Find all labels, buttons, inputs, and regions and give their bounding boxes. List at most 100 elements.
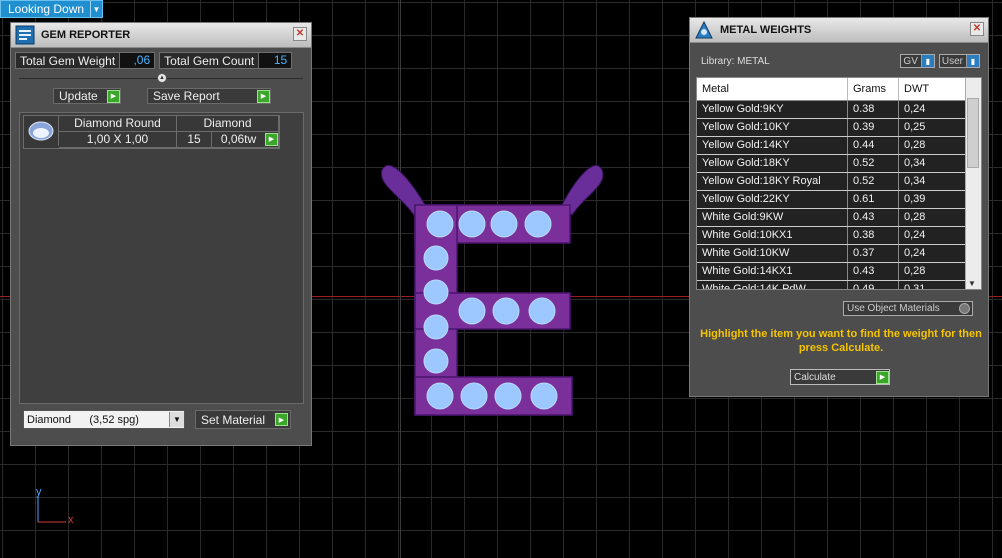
grams-cell: 0.49 — [848, 281, 899, 289]
play-icon[interactable]: ▶ — [107, 89, 120, 103]
metal-cell: Yellow Gold:14KY — [697, 137, 848, 154]
use-object-materials-toggle[interactable]: Use Object Materials — [843, 301, 973, 316]
view-label: Looking Down — [8, 2, 85, 16]
table-row[interactable]: Yellow Gold:10KY 0.39 0,25 — [697, 119, 981, 137]
report-icon — [15, 25, 35, 45]
grams-cell: 0.61 — [848, 191, 899, 208]
gem-count: 15 — [177, 132, 212, 147]
play-icon[interactable]: ▶ — [876, 370, 889, 384]
metal-cell: White Gold:10KX1 — [697, 227, 848, 244]
dwt-cell: 0,28 — [899, 263, 971, 280]
gem-reporter-panel: GEM REPORTER ✕ Total Gem Weight ,06 Tota… — [10, 22, 312, 446]
grams-cell: 0.38 — [848, 101, 899, 118]
scroll-down-icon[interactable]: ▼ — [968, 279, 976, 288]
table-row[interactable]: Yellow Gold:18KY 0.52 0,34 — [697, 155, 981, 173]
gem-row-cells: Diamond Round Diamond 1,00 X 1,00 15 0,0… — [59, 116, 279, 148]
toggle-icon[interactable]: ▮ — [920, 55, 934, 67]
update-label: Update — [59, 89, 98, 103]
dwt-cell: 0,34 — [899, 155, 971, 172]
grams-cell: 0.37 — [848, 245, 899, 262]
total-gem-count-value: 15 — [258, 53, 292, 68]
table-row[interactable]: Yellow Gold:14KY 0.44 0,28 — [697, 137, 981, 155]
metal-cell: White Gold:9KW — [697, 209, 848, 226]
dwt-cell: 0,34 — [899, 173, 971, 190]
axis-y-label: y — [36, 486, 42, 498]
library-label: Library: METAL — [701, 56, 770, 67]
play-icon[interactable]: ▶ — [275, 413, 288, 426]
column-header-metal[interactable]: Metal — [697, 78, 848, 100]
table-row[interactable]: Yellow Gold:18KY Royal 0.52 0,34 — [697, 173, 981, 191]
metal-cell: Yellow Gold:10KY — [697, 119, 848, 136]
grams-cell: 0.43 — [848, 263, 899, 280]
use-object-materials-label: Use Object Materials — [847, 303, 940, 314]
table-row[interactable]: White Gold:10KW 0.37 0,24 — [697, 245, 981, 263]
metal-cell: Yellow Gold:18KY — [697, 155, 848, 172]
metal-cell: White Gold:14KX1 — [697, 263, 848, 280]
collapse-handle[interactable]: ▲ — [157, 73, 167, 83]
metal-table[interactable]: Metal Grams DWT Yellow Gold:9KY 0.38 0,24 Y… — [696, 77, 982, 290]
table-row[interactable]: White Gold:14KX1 0.43 0,28 — [697, 263, 981, 281]
chevron-down-icon[interactable]: ▼ — [169, 412, 184, 427]
gem-list[interactable]: Diamond Round Diamond 1,00 X 1,00 15 0,0… — [19, 112, 304, 404]
total-gem-count-label: Total Gem Count — [164, 53, 255, 68]
gv-toggle-label: GV — [903, 55, 918, 67]
gem-name: Diamond Round — [59, 116, 177, 132]
save-report-label: Save Report — [153, 89, 220, 103]
total-gem-weight-box: Total Gem Weight ,06 — [15, 52, 156, 69]
play-icon[interactable]: ▶ — [257, 89, 270, 103]
dwt-cell: 0,24 — [899, 101, 971, 118]
radio-icon[interactable] — [959, 303, 970, 314]
dwt-cell: 0,25 — [899, 119, 971, 136]
metal-weights-panel: METAL WEIGHTS ✕ Library: METAL GV ▮ User… — [689, 17, 989, 397]
library-toggles: GV ▮ User ▮ — [900, 54, 980, 68]
column-header-grams[interactable]: Grams — [848, 78, 899, 100]
dwt-cell: 0,28 — [899, 137, 971, 154]
material-select-value: Diamond (3,52 spg) — [27, 413, 139, 426]
table-row[interactable]: Yellow Gold:9KY 0.38 0,24 — [697, 101, 981, 119]
pendant-model[interactable] — [370, 155, 615, 420]
metal-cell: White Gold:10KW — [697, 245, 848, 262]
chevron-down-icon[interactable]: ▼ — [90, 1, 102, 17]
metal-cell: Yellow Gold:22KY — [697, 191, 848, 208]
play-icon[interactable]: ▶ — [265, 133, 278, 146]
dwt-cell: 0,31 — [899, 281, 971, 289]
axis-x-label: x — [68, 514, 74, 526]
save-report-button[interactable]: Save Report ▶ — [147, 88, 271, 104]
user-toggle[interactable]: User ▮ — [938, 54, 980, 68]
column-header-dwt[interactable]: DWT — [899, 78, 971, 100]
calculate-hint: Highlight the item you want to find the … — [700, 328, 982, 354]
scrollbar-thumb[interactable] — [967, 98, 979, 168]
gem-weight: 0,06tw — [220, 132, 257, 146]
set-material-button[interactable]: Set Material ▶ — [195, 410, 291, 429]
grams-cell: 0.38 — [848, 227, 899, 244]
axis-gizmo: y x — [30, 486, 80, 526]
list-item[interactable]: Diamond Round Diamond 1,00 X 1,00 15 0,0… — [23, 115, 280, 149]
metal-table-body: Yellow Gold:9KY 0.38 0,24 Yellow Gold:10KY 0… — [697, 101, 981, 289]
dwt-cell: 0,24 — [899, 245, 971, 262]
close-icon[interactable]: ✕ — [293, 27, 307, 41]
view-dropdown[interactable]: Looking Down ▼ — [0, 0, 103, 18]
totals-row: Total Gem Weight ,06 Total Gem Count 15 — [15, 52, 293, 69]
material-select[interactable]: Diamond (3,52 spg) ▼ — [23, 410, 185, 429]
grams-cell: 0.43 — [848, 209, 899, 226]
calculate-button[interactable]: Calculate ▶ — [790, 369, 890, 385]
gem-reporter-titlebar[interactable]: GEM REPORTER ✕ — [11, 23, 311, 48]
table-row[interactable]: White Gold:10KX1 0.38 0,24 — [697, 227, 981, 245]
metal-weights-titlebar[interactable]: METAL WEIGHTS ✕ — [690, 18, 988, 43]
table-row[interactable]: Yellow Gold:22KY 0.61 0,39 — [697, 191, 981, 209]
gem-reporter-title: GEM REPORTER — [41, 29, 131, 41]
gv-toggle[interactable]: GV ▮ — [900, 54, 935, 68]
close-icon[interactable]: ✕ — [970, 22, 984, 36]
update-button[interactable]: Update ▶ — [53, 88, 121, 104]
dwt-cell: 0,28 — [899, 209, 971, 226]
user-toggle-label: User — [941, 55, 963, 67]
table-row[interactable]: White Gold:14K PdW 0.49 0,31 — [697, 281, 981, 289]
scale-icon — [695, 20, 713, 39]
dwt-cell: 0,24 — [899, 227, 971, 244]
gem-thumbnail — [28, 121, 54, 141]
metal-cell: White Gold:14K PdW — [697, 281, 848, 289]
table-row[interactable]: White Gold:9KW 0.43 0,28 — [697, 209, 981, 227]
total-gem-weight-value: ,06 — [119, 53, 155, 68]
metal-table-scrollbar[interactable]: ▼ — [965, 78, 981, 289]
toggle-icon[interactable]: ▮ — [966, 55, 979, 67]
